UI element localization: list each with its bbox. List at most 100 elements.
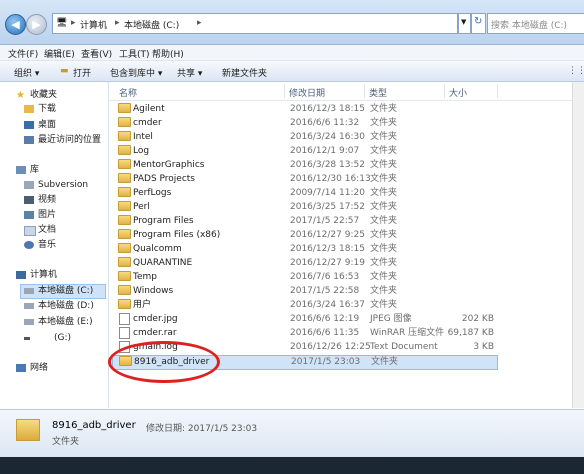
view-options-icon[interactable]: ⋮⋮ — [568, 66, 584, 76]
breadcrumb-separator-icon: ▸ — [71, 18, 76, 28]
row-name: Qualcomm — [133, 244, 182, 254]
row-date: 2016/12/27 9:19 — [290, 258, 365, 268]
column-header-row: 名称 修改日期 类型 大小 — [109, 82, 572, 101]
column-divider[interactable] — [364, 84, 365, 98]
row-type: 文件夹 — [370, 188, 398, 198]
breadcrumb-separator-icon: ▸ — [197, 18, 202, 28]
row-name: cmder.rar — [133, 328, 177, 338]
row-type: 文件夹 — [370, 174, 398, 184]
address-bar-area: ◀ ▶ 🖥 ▸ 计算机 ▸ 本地磁盘 (C:) ▸ ▼ ↻ 搜索 本地磁盘 (C… — [0, 0, 584, 45]
file-row[interactable]: MentorGraphics 2016/3/28 13:52 文件夹 — [112, 159, 496, 172]
menu-help[interactable]: 帮助(H) — [152, 47, 184, 60]
highlight-circle — [108, 341, 220, 383]
column-size[interactable]: 大小 — [449, 86, 467, 99]
row-date: 2016/6/6 11:35 — [290, 328, 360, 338]
row-date: 2016/12/27 9:25 — [290, 230, 365, 240]
row-name: Agilent — [133, 104, 165, 114]
row-type: 文件夹 — [371, 357, 399, 367]
address-input[interactable]: 🖥 ▸ 计算机 ▸ 本地磁盘 (C:) ▸ — [52, 13, 458, 34]
menu-file[interactable]: 文件(F) — [8, 47, 38, 60]
computer-icon: 🖥 — [56, 18, 68, 28]
file-row[interactable]: Perl 2016/3/25 17:52 文件夹 — [112, 201, 496, 214]
column-divider[interactable] — [284, 84, 285, 98]
file-row[interactable]: cmder.jpg 2016/6/6 12:19 JPEG 图像 202 KB — [112, 313, 496, 326]
file-row[interactable]: cmder 2016/6/6 11:32 文件夹 — [112, 117, 496, 130]
file-row[interactable]: PerfLogs 2009/7/14 11:20 文件夹 — [112, 187, 496, 200]
file-row[interactable]: QUARANTINE 2016/12/27 9:19 文件夹 — [112, 257, 496, 270]
forward-button[interactable]: ▶ — [26, 14, 47, 35]
row-name: Windows — [133, 286, 174, 296]
row-size: 202 KB — [461, 314, 494, 324]
folder-icon — [118, 117, 131, 127]
row-type: 文件夹 — [370, 104, 398, 114]
column-date-modified[interactable]: 修改日期 — [289, 86, 325, 99]
menu-tools[interactable]: 工具(T) — [119, 47, 150, 60]
row-date: 2016/12/3 18:15 — [290, 104, 365, 114]
navigation-pane: ★ 收藏夹 下载 桌面 最近访问的位置 库 Subversion 视频 图片 文… — [0, 82, 109, 408]
row-date: 2016/12/3 18:15 — [290, 244, 365, 254]
menu-edit[interactable]: 编辑(E) — [44, 47, 75, 60]
nav-item-drive-c[interactable]: 本地磁盘 (C:) — [20, 284, 106, 299]
column-name[interactable]: 名称 — [119, 86, 137, 99]
breadcrumb-computer[interactable]: 计算机 — [80, 18, 107, 31]
column-divider[interactable] — [444, 84, 445, 98]
downloads-icon — [24, 105, 34, 113]
share-button[interactable]: 共享 ▾ — [177, 66, 202, 79]
file-row[interactable]: 用户 2016/3/24 16:37 文件夹 — [112, 299, 496, 312]
row-name: Temp — [133, 272, 157, 282]
row-type: WinRAR 压缩文件 — [370, 328, 445, 338]
folder-icon — [118, 271, 131, 281]
open-button[interactable]: 打开 — [73, 66, 91, 79]
menu-view[interactable]: 查看(V) — [81, 47, 112, 60]
organize-button[interactable]: 组织 ▾ — [14, 66, 39, 79]
vertical-scrollbar[interactable] — [572, 82, 584, 408]
breadcrumb-drive[interactable]: 本地磁盘 (C:) — [124, 18, 179, 31]
row-date: 2017/1/5 23:03 — [291, 357, 361, 367]
file-icon — [119, 327, 130, 339]
include-in-library-button[interactable]: 包含到库中 ▾ — [110, 66, 162, 79]
row-name: Program Files — [133, 216, 194, 226]
file-row[interactable]: Qualcomm 2016/12/3 18:15 文件夹 — [112, 243, 496, 256]
row-name: Log — [133, 146, 150, 156]
file-row[interactable]: Program Files 2017/1/5 22:57 文件夹 — [112, 215, 496, 228]
drive-icon — [24, 288, 34, 294]
menu-bar: 文件(F) 编辑(E) 查看(V) 工具(T) 帮助(H) — [0, 45, 584, 61]
row-date: 2016/6/6 12:19 — [290, 314, 360, 324]
row-name: cmder.jpg — [133, 314, 178, 324]
row-type: 文件夹 — [370, 230, 398, 240]
file-row[interactable]: Log 2016/12/1 9:07 文件夹 — [112, 145, 496, 158]
file-row[interactable]: Agilent 2016/12/3 18:15 文件夹 — [112, 103, 496, 116]
row-date: 2017/1/5 22:58 — [290, 286, 360, 296]
row-size: 69,187 KB — [447, 328, 494, 338]
folder-icon — [118, 201, 131, 211]
refresh-icon: ↻ — [474, 16, 483, 27]
file-row[interactable]: Intel 2016/3/24 16:30 文件夹 — [112, 131, 496, 144]
refresh-button[interactable]: ↻ — [471, 13, 486, 34]
column-divider[interactable] — [497, 84, 498, 98]
address-dropdown-button[interactable]: ▼ — [458, 13, 471, 34]
row-date: 2016/12/1 9:07 — [290, 146, 360, 156]
row-type: 文件夹 — [370, 286, 398, 296]
row-type: JPEG 图像 — [370, 314, 412, 324]
chevron-down-icon: ▼ — [461, 18, 467, 26]
row-type: 文件夹 — [370, 258, 398, 268]
details-type: 文件夹 — [52, 437, 80, 447]
search-input[interactable]: 搜索 本地磁盘 (C:) — [487, 13, 584, 34]
back-button[interactable]: ◀ — [5, 14, 26, 35]
file-row[interactable]: Temp 2016/7/6 16:53 文件夹 — [112, 271, 496, 284]
file-row[interactable]: PADS Projects 2016/12/30 16:13 文件夹 — [112, 173, 496, 186]
row-type: 文件夹 — [370, 160, 398, 170]
new-folder-button[interactable]: 新建文件夹 — [222, 66, 267, 79]
folder-icon — [118, 243, 131, 253]
row-name: QUARANTINE — [133, 258, 193, 268]
open-icon: ▬ — [60, 66, 69, 76]
file-row[interactable]: Windows 2017/1/5 22:58 文件夹 — [112, 285, 496, 298]
row-date: 2016/3/28 13:52 — [290, 160, 365, 170]
taskbar — [0, 457, 584, 474]
computer-icon — [16, 271, 26, 279]
file-row[interactable]: Program Files (x86) 2016/12/27 9:25 文件夹 — [112, 229, 496, 242]
column-type[interactable]: 类型 — [369, 86, 387, 99]
file-row[interactable]: cmder.rar 2016/6/6 11:35 WinRAR 压缩文件 69,187… — [112, 327, 496, 340]
row-type: 文件夹 — [370, 118, 398, 128]
folder-icon — [118, 103, 131, 113]
